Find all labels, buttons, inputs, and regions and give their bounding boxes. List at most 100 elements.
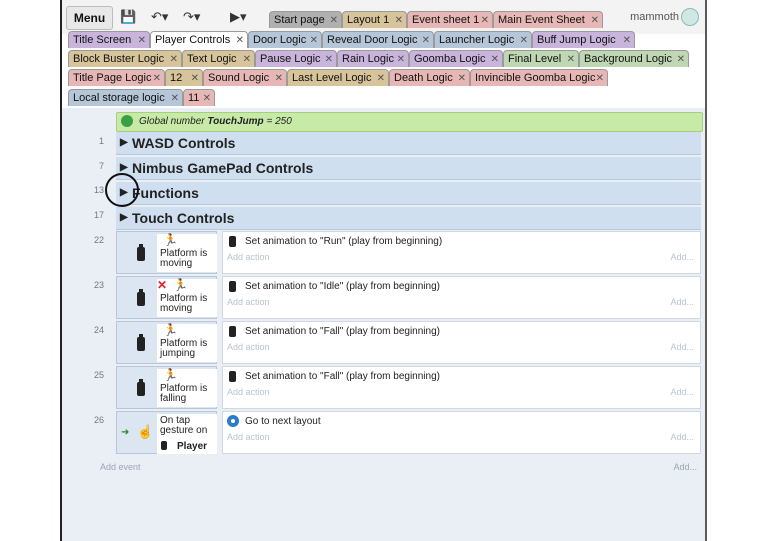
play-icon[interactable]: ▶▾ xyxy=(230,8,247,26)
tab[interactable]: Text Logic ✕ xyxy=(182,50,255,67)
event-row[interactable]: 🏃 Platform is moving Set animation to "R… xyxy=(116,231,701,274)
tab-label: Player Controls xyxy=(155,34,231,46)
tab[interactable]: Local storage logic ✕ xyxy=(68,89,183,106)
close-icon[interactable]: ✕ xyxy=(236,32,244,48)
tab[interactable]: Door Logic ✕ xyxy=(248,31,322,48)
close-icon[interactable]: ✕ xyxy=(520,32,528,48)
close-icon[interactable]: ✕ xyxy=(153,70,161,86)
close-icon[interactable]: ✕ xyxy=(491,51,499,67)
add-menu-link[interactable]: Add... xyxy=(670,432,694,442)
close-icon[interactable]: ✕ xyxy=(458,70,466,86)
condition-block[interactable]: ✕ 🏃 Platform is moving xyxy=(116,276,217,319)
condition-text: Platform is moving xyxy=(160,248,208,269)
tab[interactable]: Last Level Logic ✕ xyxy=(287,69,389,86)
global-value: = 250 xyxy=(266,116,292,127)
line-number: 22 xyxy=(93,235,104,245)
close-icon[interactable]: ✕ xyxy=(677,51,685,67)
close-icon[interactable]: ✕ xyxy=(171,90,179,106)
event-row[interactable]: 🏃 Platform is jumping Set animation to "… xyxy=(116,321,701,364)
user-name[interactable]: mammoth xyxy=(630,11,679,23)
condition-block[interactable]: 🏃 Platform is falling xyxy=(116,366,217,409)
menu-button[interactable]: Menu xyxy=(66,6,113,30)
close-icon[interactable]: ✕ xyxy=(591,12,599,28)
close-icon[interactable]: ✕ xyxy=(275,70,283,86)
condition-block[interactable]: ➜ ☝ On tap gesture on Player xyxy=(116,411,217,454)
tab[interactable]: Final Level ✕ xyxy=(503,50,579,67)
tab-label: 12 xyxy=(170,72,183,84)
tab[interactable]: Invincible Goomba Logic ✕ xyxy=(470,69,608,86)
close-icon[interactable]: ✕ xyxy=(623,32,631,48)
add-menu-link[interactable]: Add... xyxy=(670,387,694,397)
group-row[interactable]: ▶ WASD Controls xyxy=(116,132,701,155)
action-text: Set animation to "Run" (play from beginn… xyxy=(245,236,443,247)
tab[interactable]: Buff Jump Logic ✕ xyxy=(532,31,635,48)
group-row[interactable]: ▶ Touch Controls xyxy=(116,207,701,230)
tab[interactable]: Death Logic ✕ xyxy=(389,69,470,86)
close-icon[interactable]: ✕ xyxy=(330,12,338,28)
add-action-link[interactable]: Add action xyxy=(227,432,270,442)
close-icon[interactable]: ✕ xyxy=(596,70,604,86)
expand-triangle-icon[interactable]: ▶ xyxy=(120,132,128,154)
group-row[interactable]: ▶ Nimbus GamePad Controls xyxy=(116,157,701,180)
tab[interactable]: 11 ✕ xyxy=(183,89,215,106)
tab[interactable]: Start page ✕ xyxy=(269,11,342,28)
close-icon[interactable]: ✕ xyxy=(395,12,403,28)
condition-block[interactable]: 🏃 Platform is jumping xyxy=(116,321,217,364)
close-icon[interactable]: ✕ xyxy=(481,12,489,28)
tab[interactable]: Goomba Logic ✕ xyxy=(409,50,503,67)
tab[interactable]: Title Page Logic ✕ xyxy=(68,69,165,86)
tab-label: Buff Jump Logic xyxy=(537,34,616,46)
undo-icon[interactable]: ↶▾ xyxy=(151,8,168,26)
event-row[interactable]: ➜ ☝ On tap gesture on Player Go to next … xyxy=(116,411,701,454)
tab[interactable]: Main Event Sheet ✕ xyxy=(493,11,603,28)
action-block[interactable]: Set animation to "Run" (play from beginn… xyxy=(222,231,701,274)
add-menu-link[interactable]: Add... xyxy=(670,297,694,307)
close-icon[interactable]: ✕ xyxy=(203,90,211,106)
close-icon[interactable]: ✕ xyxy=(138,32,146,48)
tab[interactable]: Background Logic ✕ xyxy=(579,50,689,67)
close-icon[interactable]: ✕ xyxy=(325,51,333,67)
add-action-link[interactable]: Add action xyxy=(227,387,270,397)
group-row[interactable]: ▶ Functions xyxy=(116,182,701,205)
tab[interactable]: Sound Logic ✕ xyxy=(203,69,287,86)
action-block[interactable]: Set animation to "Idle" (play from begin… xyxy=(222,276,701,319)
tab[interactable]: Rain Logic ✕ xyxy=(337,50,409,67)
redo-icon[interactable]: ↷▾ xyxy=(183,8,200,26)
close-icon[interactable]: ✕ xyxy=(397,51,405,67)
add-menu-link[interactable]: Add... xyxy=(670,342,694,352)
tab-label: Start page xyxy=(274,14,325,26)
user-avatar-icon[interactable] xyxy=(681,8,699,26)
condition-block[interactable]: 🏃 Platform is moving xyxy=(116,231,217,274)
add-action-link[interactable]: Add action xyxy=(227,342,270,352)
save-icon[interactable]: 💾 xyxy=(120,8,136,26)
event-row[interactable]: ✕ 🏃 Platform is moving Set animation to … xyxy=(116,276,701,319)
action-block[interactable]: Set animation to "Fall" (play from begin… xyxy=(222,366,701,409)
tab[interactable]: Block Buster Logic ✕ xyxy=(68,50,182,67)
add-menu-link[interactable]: Add... xyxy=(673,462,697,472)
close-icon[interactable]: ✕ xyxy=(567,51,575,67)
tab[interactable]: Pause Logic ✕ xyxy=(255,50,337,67)
add-event-link[interactable]: Add event xyxy=(100,462,141,472)
action-block[interactable]: Set animation to "Fall" (play from begin… xyxy=(222,321,701,364)
close-icon[interactable]: ✕ xyxy=(422,32,430,48)
tab[interactable]: Layout 1 ✕ xyxy=(342,11,407,28)
tab-active[interactable]: Player Controls ✕ xyxy=(150,31,248,48)
add-action-link[interactable]: Add action xyxy=(227,297,270,307)
tab[interactable]: Reveal Door Logic ✕ xyxy=(322,31,434,48)
tab[interactable]: Title Screen ✕ xyxy=(68,31,150,48)
action-block[interactable]: Go to next layout Add action Add... xyxy=(222,411,701,454)
tab-label: Sound Logic xyxy=(208,72,270,84)
event-row[interactable]: 🏃 Platform is falling Set animation to "… xyxy=(116,366,701,409)
add-menu-link[interactable]: Add... xyxy=(670,252,694,262)
add-action-link[interactable]: Add action xyxy=(227,252,270,262)
close-icon[interactable]: ✕ xyxy=(377,70,385,86)
tab[interactable]: Event sheet 1 ✕ xyxy=(407,11,493,28)
tab[interactable]: 12 ✕ xyxy=(165,69,203,86)
expand-triangle-icon[interactable]: ▶ xyxy=(120,207,128,229)
tab[interactable]: Launcher Logic ✕ xyxy=(434,31,532,48)
close-icon[interactable]: ✕ xyxy=(243,51,251,67)
close-icon[interactable]: ✕ xyxy=(191,70,199,86)
close-icon[interactable]: ✕ xyxy=(170,51,178,67)
close-icon[interactable]: ✕ xyxy=(310,32,318,48)
global-variable-row[interactable]: Global number TouchJump = 250 xyxy=(116,112,703,132)
